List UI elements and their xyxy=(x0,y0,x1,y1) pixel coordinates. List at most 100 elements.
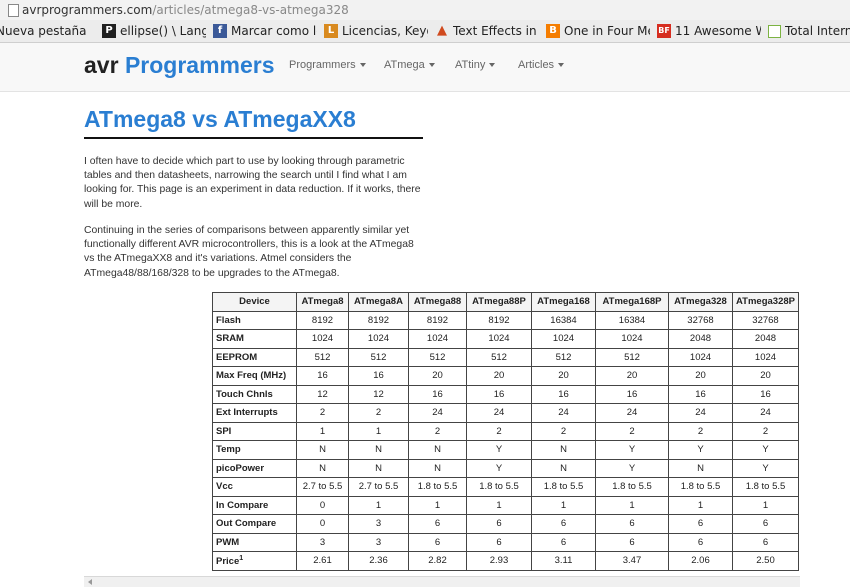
table-cell: 24 xyxy=(732,403,799,423)
row-label-text: Ext Interrupts xyxy=(216,407,278,419)
table-cell: 16 xyxy=(595,384,669,404)
comparison-table: Device ATmega8 ATmega8A ATmega88 ATmega88P AT… xyxy=(212,292,799,571)
table-cell: 24 xyxy=(668,403,733,423)
table-cell: 16 xyxy=(668,384,733,404)
row-label-text: Price xyxy=(216,555,240,567)
row-label: Touch Chnls xyxy=(212,384,297,404)
row-label: Price1 xyxy=(212,551,297,571)
table-cell: 512 xyxy=(348,347,409,367)
bookmark-one-in-four[interactable]: B One in Four Me xyxy=(546,23,650,39)
table-cell: 2048 xyxy=(668,329,733,349)
bookmark-label: Text Effects in xyxy=(453,24,537,38)
horizontal-scrollbar[interactable] xyxy=(84,576,800,587)
table-cell: 2.82 xyxy=(408,551,467,571)
row-label: Vcc xyxy=(212,477,297,497)
row-label: PWM xyxy=(212,532,297,552)
row-label: Max Freq (MHz) xyxy=(212,366,297,386)
table-cell: 1 xyxy=(668,495,733,515)
table-cell: 6 xyxy=(531,532,596,552)
table-cell: 2.36 xyxy=(348,551,409,571)
table-cell: 1.8 to 5.5 xyxy=(466,477,532,497)
bookmark-ellipse[interactable]: P ellipse() \ Lang xyxy=(102,23,206,39)
table-cell: 3 xyxy=(348,532,409,552)
table-cell: 2.93 xyxy=(466,551,532,571)
table-cell: 24 xyxy=(408,403,467,423)
bookmark-text-effects[interactable]: ▲ Text Effects in xyxy=(435,23,539,39)
row-label: In Compare xyxy=(212,495,297,515)
table-cell: 16 xyxy=(348,366,409,386)
site-logo[interactable]: avr Programmers xyxy=(84,52,275,79)
table-row: PWM 3 3 6 6 6 6 6 6 xyxy=(212,532,799,552)
table-row: Ext Interrupts 2 2 24 24 24 24 24 24 xyxy=(212,403,799,423)
table-cell: 20 xyxy=(466,366,532,386)
table-cell: 0 xyxy=(296,514,349,534)
table-cell: 16 xyxy=(531,384,596,404)
frame-icon xyxy=(768,24,781,38)
bookmark-label: Licencias, Keyg xyxy=(342,24,428,38)
table-row: Flash 8192 8192 8192 8192 16384 16384 32768 3276… xyxy=(212,310,799,330)
caret-down-icon xyxy=(428,63,435,68)
column-header: ATmega328 xyxy=(668,292,733,312)
nav-attiny[interactable]: ATtiny xyxy=(455,59,496,71)
bf-icon: BF xyxy=(657,24,671,38)
table-row: Out Compare 0 3 6 6 6 6 6 6 xyxy=(212,514,799,534)
row-label-text: PWM xyxy=(216,536,240,548)
row-label-text: EEPROM xyxy=(216,351,258,363)
url-text[interactable]: avrprogrammers.com/articles/atmega8-vs-a… xyxy=(22,3,349,17)
table-cell: 12 xyxy=(296,384,349,404)
table-cell: 24 xyxy=(531,403,596,423)
nav-atmega[interactable]: ATmega xyxy=(384,59,435,71)
table-row: picoPower N N N Y N Y N Y xyxy=(212,458,799,478)
table-row: EEPROM 512 512 512 512 512 512 1024 1024 xyxy=(212,347,799,367)
table-cell: 8192 xyxy=(466,310,532,330)
table-cell: 24 xyxy=(466,403,532,423)
nav-programmers[interactable]: Programmers xyxy=(289,59,366,71)
table-cell: N xyxy=(348,440,409,460)
address-bar[interactable]: avrprogrammers.com/articles/atmega8-vs-a… xyxy=(0,0,850,20)
table-header-row: Device ATmega8 ATmega8A ATmega88 ATmega88P AT… xyxy=(212,292,799,312)
bookmark-label: ellipse() \ Lang xyxy=(120,24,206,38)
column-header: ATmega168 xyxy=(531,292,596,312)
footnote-marker[interactable]: 1 xyxy=(239,555,243,562)
column-header: ATmega328P xyxy=(732,292,799,312)
table-cell: Y xyxy=(466,440,532,460)
table-cell: 3.11 xyxy=(531,551,596,571)
table-cell: Y xyxy=(595,458,669,478)
table-cell: 1.8 to 5.5 xyxy=(595,477,669,497)
table-cell: 32768 xyxy=(732,310,799,330)
column-header: ATmega168P xyxy=(595,292,669,312)
table-cell: Y xyxy=(668,440,733,460)
row-label: Ext Interrupts xyxy=(212,403,297,423)
flame-icon: ▲ xyxy=(437,23,447,38)
table-cell: 2.61 xyxy=(296,551,349,571)
table-cell: 16 xyxy=(296,366,349,386)
bookmark-total-intern[interactable]: Total Intern xyxy=(768,23,850,39)
row-label-text: Out Compare xyxy=(216,518,277,530)
bookmark-label: Nueva pestaña xyxy=(0,24,87,38)
bookmark-11-awesome[interactable]: BF 11 Awesome W xyxy=(657,23,761,39)
table-cell: 6 xyxy=(668,514,733,534)
nav-articles[interactable]: Articles xyxy=(518,59,565,71)
column-header: ATmega8A xyxy=(348,292,409,312)
table-cell: 2 xyxy=(408,421,467,441)
bookmark-nueva-pestana[interactable]: Nueva pestaña xyxy=(0,23,96,39)
row-label-text: In Compare xyxy=(216,499,269,511)
table-cell: 2 xyxy=(466,421,532,441)
row-label: EEPROM xyxy=(212,347,297,367)
scroll-left-arrow-icon[interactable] xyxy=(88,579,92,585)
column-header: Device xyxy=(212,292,297,312)
intro-paragraph: I often have to decide which part to use… xyxy=(84,156,421,210)
site-navbar: avr Programmers Programmers ATmega ATtin… xyxy=(0,43,850,92)
nav-label: Articles xyxy=(518,59,555,71)
bookmark-licencias[interactable]: L Licencias, Keyg xyxy=(324,23,428,39)
table-cell: 1 xyxy=(348,495,409,515)
table-cell: N xyxy=(296,440,349,460)
table-cell: 0 xyxy=(296,495,349,515)
row-label: SPI xyxy=(212,421,297,441)
table-cell: N xyxy=(668,458,733,478)
caret-down-icon xyxy=(489,63,496,68)
table-cell: 2.7 to 5.5 xyxy=(348,477,409,497)
bookmark-marcar[interactable]: f Marcar como le xyxy=(213,23,317,39)
table-cell: 2 xyxy=(531,421,596,441)
table-row: SPI 1 1 2 2 2 2 2 2 xyxy=(212,421,799,441)
